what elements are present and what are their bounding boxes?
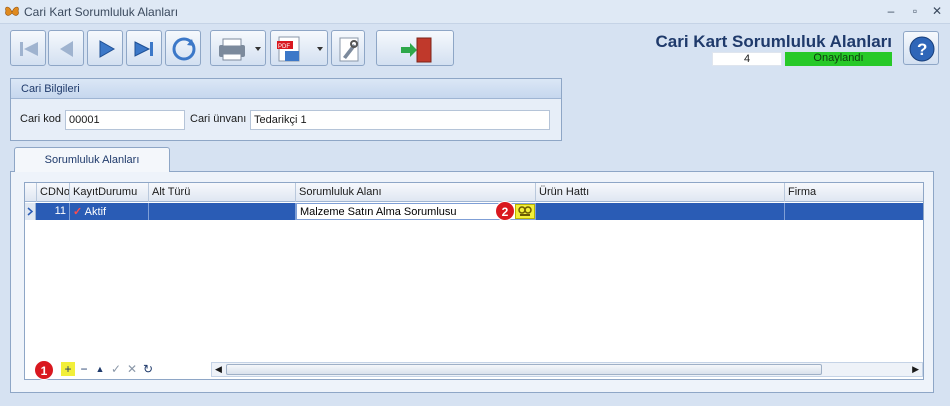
butterfly-icon [5, 6, 19, 16]
scroll-right-icon[interactable]: ▶ [912, 363, 919, 376]
svg-text:?: ? [917, 40, 927, 59]
chevron-right-icon [27, 207, 34, 216]
cell-cdno[interactable]: 11 [37, 203, 70, 220]
cell-alt-turu[interactable] [149, 203, 296, 220]
prev-record-icon [60, 41, 73, 57]
annotation-badge: 2 [495, 201, 515, 221]
annotation-badge: 1 [34, 360, 54, 380]
row-indicator [25, 203, 36, 220]
group-title: Cari Bilgileri [11, 79, 561, 99]
scroll-left-icon[interactable]: ◀ [215, 363, 222, 376]
refresh-icon[interactable]: ↻ [141, 362, 155, 376]
horizontal-scrollbar[interactable]: ◀ ▶ [211, 362, 923, 377]
next-record-button[interactable] [87, 30, 123, 66]
tab-sorumluluk-alanlari[interactable]: Sorumluluk Alanları [14, 147, 170, 172]
column-header[interactable]: KayıtDurumu [70, 183, 149, 202]
cell-urun-hatti[interactable] [536, 203, 785, 220]
remove-icon[interactable]: − [77, 362, 91, 376]
grid-navigator: + − ▲ ✓ ✕ ↻ ◀ ▶ [25, 360, 923, 379]
form-title: Cari Kart Sorumluluk Alanları [655, 32, 892, 51]
minimize-icon[interactable]: – [882, 3, 900, 19]
lookup-button[interactable] [515, 204, 535, 219]
cari-unvani-field[interactable]: Tedarikçi 1 [250, 110, 550, 130]
title-bar: Cari Kart Sorumluluk Alanları – ▫ ✕ [0, 0, 950, 24]
close-icon[interactable]: ✕ [928, 3, 946, 19]
refresh-icon [172, 37, 196, 61]
cari-kod-field[interactable]: 00001 [65, 110, 185, 130]
data-grid: CDNo KayıtDurumu Alt Türü Sorumluluk Ala… [24, 182, 924, 380]
first-record-icon [20, 42, 38, 56]
column-header[interactable]: CDNo [37, 183, 70, 202]
status-badge: Onaylandı [785, 52, 892, 66]
svg-text:PDF: PDF [278, 44, 290, 50]
cell-firma[interactable] [785, 203, 923, 220]
column-header[interactable]: Ürün Hattı [536, 183, 785, 202]
cari-unvani-label: Cari ünvanı [190, 113, 247, 125]
record-number: 4 [712, 52, 782, 66]
table-row[interactable]: 11 ✓ Aktif Malzeme Satın Alma Sorumlusu [25, 203, 923, 220]
lookup-icon [518, 206, 532, 216]
pdf-export-icon: PDF [277, 36, 323, 62]
first-record-button[interactable] [10, 30, 46, 66]
cancel-icon[interactable]: ✕ [125, 362, 139, 376]
post-icon[interactable]: ✓ [109, 362, 123, 376]
tools-icon [339, 37, 359, 62]
last-record-button[interactable] [126, 30, 162, 66]
next-record-icon [99, 40, 116, 58]
grid-header: CDNo KayıtDurumu Alt Türü Sorumluluk Ala… [25, 183, 923, 202]
window-title: Cari Kart Sorumluluk Alanları [24, 5, 179, 19]
header-indicator [25, 183, 37, 202]
maximize-icon[interactable]: ▫ [906, 3, 924, 19]
help-icon: ? [909, 36, 935, 62]
column-header[interactable]: Firma [785, 183, 923, 202]
column-header[interactable]: Alt Türü [149, 183, 296, 202]
column-header[interactable]: Sorumluluk Alanı [296, 183, 536, 202]
help-button[interactable]: ? [903, 31, 939, 65]
scroll-thumb[interactable] [226, 364, 822, 375]
cell-kayit-durumu-text: Aktif [84, 206, 107, 218]
cari-kod-label: Cari kod [20, 113, 61, 125]
prev-record-button[interactable] [48, 30, 84, 66]
exit-button[interactable] [376, 30, 454, 66]
refresh-button[interactable] [165, 30, 201, 66]
last-record-icon [134, 41, 153, 57]
print-icon [219, 38, 261, 61]
add-icon[interactable]: + [61, 362, 75, 376]
cari-bilgileri-group: Cari Bilgileri Cari kod 00001 Cari ünvan… [10, 78, 562, 141]
exit-door-icon [401, 37, 432, 63]
print-button[interactable] [210, 30, 266, 66]
move-up-icon[interactable]: ▲ [93, 362, 107, 376]
pdf-export-button[interactable]: PDF [270, 30, 328, 66]
checkmark-icon: ✓ [73, 206, 83, 218]
tools-button[interactable] [331, 30, 365, 66]
cell-kayit-durumu[interactable]: ✓ Aktif [70, 203, 149, 220]
